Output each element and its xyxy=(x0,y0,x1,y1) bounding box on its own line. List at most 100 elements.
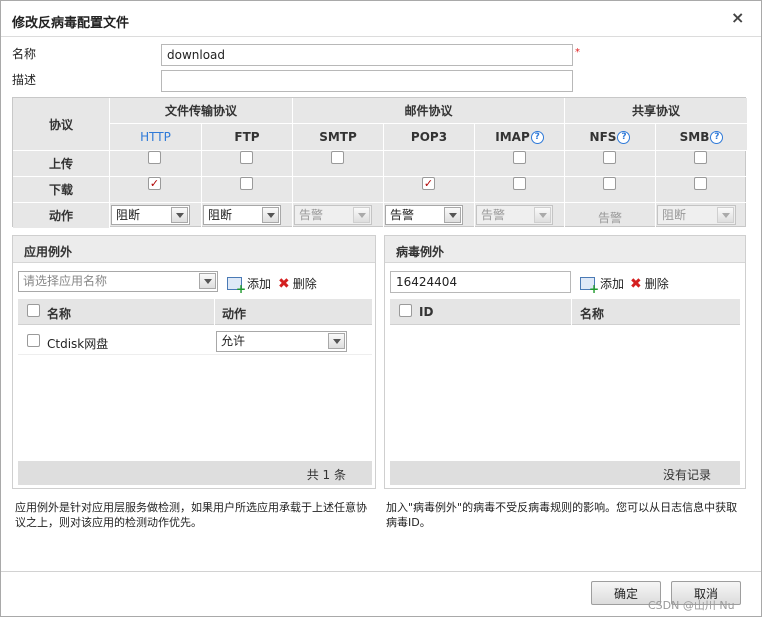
col-nfs[interactable]: NFS? xyxy=(565,124,655,150)
col-nfs-label: NFS xyxy=(589,130,617,144)
action-smb-value: 阻断 xyxy=(662,208,687,222)
app-select[interactable]: 请选择应用名称 xyxy=(18,271,218,292)
chevron-down-icon[interactable] xyxy=(717,207,734,223)
action-pop3-value: 告警 xyxy=(390,208,415,222)
upload-smb-checkbox[interactable] xyxy=(694,151,707,164)
footer-divider xyxy=(1,571,761,572)
app-exception-panel: 应用例外 请选择应用名称 添加 ✖ 删除 名称 动作 Ctdisk网盘 允许 xyxy=(12,235,376,489)
action-smtp-value: 告警 xyxy=(299,208,324,222)
col-imap[interactable]: IMAP? xyxy=(475,124,564,150)
col-pop3[interactable]: POP3 xyxy=(384,124,474,150)
virus-col-id: ID xyxy=(419,305,434,319)
action-imap-select[interactable]: 告警 xyxy=(476,205,553,225)
virus-exception-note: 加入"病毒例外"的病毒不受反病毒规则的影响。您可以从日志信息中获取病毒ID。 xyxy=(386,501,738,529)
app-row-action-value: 允许 xyxy=(221,334,246,348)
app-add-button[interactable]: 添加 xyxy=(227,275,272,295)
add-icon xyxy=(580,277,599,295)
chevron-down-icon[interactable] xyxy=(199,273,216,289)
chevron-down-icon[interactable] xyxy=(171,207,188,223)
nfs-help-icon[interactable]: ? xyxy=(617,130,631,144)
chevron-down-icon[interactable] xyxy=(444,207,461,223)
app-select-placeholder: 请选择应用名称 xyxy=(23,274,108,288)
smb-help-icon[interactable]: ? xyxy=(710,130,724,144)
chevron-down-icon[interactable] xyxy=(262,207,279,223)
chevron-down-icon[interactable] xyxy=(534,207,551,223)
virus-record-count: 没有记录 xyxy=(662,468,711,482)
protocol-header: 协议 xyxy=(13,98,109,150)
required-mark: * xyxy=(575,47,580,58)
virus-id-input[interactable] xyxy=(390,271,571,293)
virus-grid-header: ID 名称 xyxy=(390,299,740,325)
table-row[interactable]: Ctdisk网盘 允许 xyxy=(18,327,372,355)
action-imap-value: 告警 xyxy=(481,208,506,222)
virus-exception-title: 病毒例外 xyxy=(396,245,445,259)
chevron-down-icon[interactable] xyxy=(328,333,345,349)
col-imap-label: IMAP xyxy=(495,130,530,144)
col-http[interactable]: HTTP xyxy=(110,124,201,150)
upload-http-checkbox[interactable] xyxy=(148,151,161,164)
chevron-down-icon[interactable] xyxy=(353,207,370,223)
virus-delete-button[interactable]: ✖ 删除 xyxy=(630,275,669,292)
description-label: 描述 xyxy=(12,73,37,87)
upload-smtp-checkbox[interactable] xyxy=(331,151,344,164)
col-smtp-label: SMTP xyxy=(319,130,357,144)
download-smb-checkbox[interactable] xyxy=(694,177,707,190)
action-ftp-select[interactable]: 阻断 xyxy=(203,205,281,225)
download-ftp-checkbox[interactable] xyxy=(240,177,253,190)
app-row-name: Ctdisk网盘 xyxy=(47,337,109,351)
virus-col-name: 名称 xyxy=(580,307,605,321)
row-upload-label: 上传 xyxy=(13,151,109,176)
name-label: 名称 xyxy=(12,47,37,61)
row-download-label: 下载 xyxy=(13,177,109,202)
col-http-label: HTTP xyxy=(140,130,171,144)
watermark: CSDN @山川 Nu xyxy=(648,599,735,612)
upload-nfs-checkbox[interactable] xyxy=(603,151,616,164)
col-smb-label: SMB xyxy=(679,130,710,144)
app-grid-footer: 共 1 条 xyxy=(18,461,372,485)
app-row-action-select[interactable]: 允许 xyxy=(216,331,347,352)
app-row-checkbox[interactable] xyxy=(27,334,40,347)
virus-select-all-checkbox[interactable] xyxy=(399,304,412,317)
group-mail: 邮件协议 xyxy=(293,98,564,123)
app-exception-note: 应用例外是针对应用层服务做检测，如果用户所选应用承载于上述任意协议之上，则对该应… xyxy=(15,501,367,529)
action-smtp-select[interactable]: 告警 xyxy=(294,205,372,225)
grid-line xyxy=(571,299,572,325)
antivirus-profile-dialog: 修改反病毒配置文件 × 名称 * 描述 协议 文件传输协议 邮件协议 共享协议 … xyxy=(0,0,762,617)
app-grid-header: 名称 动作 xyxy=(18,299,372,325)
app-delete-button[interactable]: ✖ 删除 xyxy=(278,275,317,292)
dialog-title: 修改反病毒配置文件 xyxy=(12,16,130,31)
upload-imap-checkbox[interactable] xyxy=(513,151,526,164)
col-smtp[interactable]: SMTP xyxy=(293,124,383,150)
action-http-select[interactable]: 阻断 xyxy=(111,205,190,225)
download-imap-checkbox[interactable] xyxy=(513,177,526,190)
name-input[interactable] xyxy=(161,44,573,66)
action-nfs-value: 告警 xyxy=(598,211,623,225)
download-pop3-checkbox[interactable]: ✓ xyxy=(422,177,435,190)
delete-icon: ✖ xyxy=(630,275,642,292)
close-icon[interactable]: × xyxy=(731,10,744,26)
app-select-all-checkbox[interactable] xyxy=(27,304,40,317)
delete-icon: ✖ xyxy=(278,275,290,292)
description-input[interactable] xyxy=(161,70,573,92)
dialog-titlebar: 修改反病毒配置文件 × xyxy=(1,1,761,37)
action-pop3-select[interactable]: 告警 xyxy=(385,205,463,225)
imap-help-icon[interactable]: ? xyxy=(530,130,544,144)
app-col-name: 名称 xyxy=(47,307,72,321)
virus-add-button[interactable]: 添加 xyxy=(580,275,624,295)
download-nfs-checkbox[interactable] xyxy=(603,177,616,190)
app-add-label: 添加 xyxy=(247,277,272,291)
grid-line xyxy=(564,98,565,228)
action-smb-select[interactable]: 阻断 xyxy=(657,205,736,225)
upload-ftp-checkbox[interactable] xyxy=(240,151,253,164)
add-icon xyxy=(227,277,246,295)
group-file-transfer: 文件传输协议 xyxy=(110,98,292,123)
grid-line xyxy=(13,150,747,151)
virus-exception-panel: 病毒例外 添加 ✖ 删除 ID 名称 没有记录 xyxy=(384,235,746,489)
virus-delete-label: 删除 xyxy=(644,277,669,291)
col-smb[interactable]: SMB? xyxy=(656,124,747,150)
download-http-checkbox[interactable]: ✓ xyxy=(148,177,161,190)
row-action-label: 动作 xyxy=(13,203,109,228)
grid-line xyxy=(292,98,293,228)
col-ftp[interactable]: FTP xyxy=(202,124,292,150)
grid-line xyxy=(110,123,747,124)
